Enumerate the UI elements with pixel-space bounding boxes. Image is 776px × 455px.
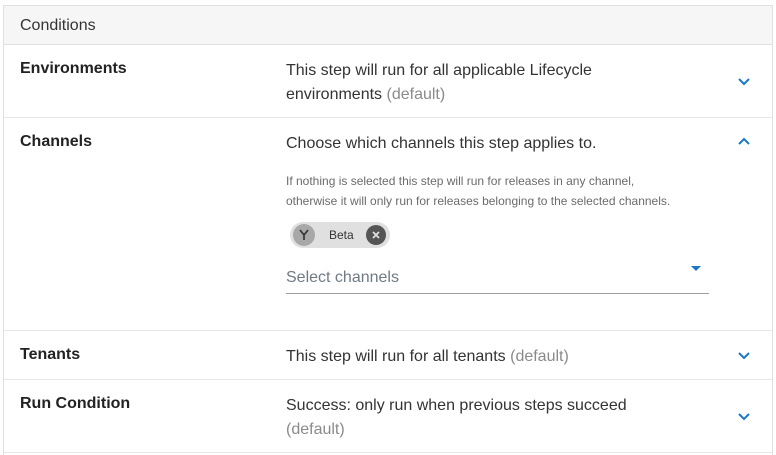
chevron-down-icon[interactable]: [736, 73, 752, 89]
run-condition-summary-text: Success: only run when previous steps su…: [286, 397, 627, 414]
channels-row: Channels Choose which channels this step…: [4, 118, 772, 331]
conditions-panel: Conditions Environments This step will r…: [3, 5, 773, 455]
tenants-summary: This step will run for all tenants (defa…: [286, 345, 686, 369]
channels-help-line: If nothing is selected this step will ru…: [286, 174, 635, 188]
select-channels-dropdown[interactable]: Select channels: [286, 261, 709, 294]
channels-help-text: If nothing is selected this step will ru…: [286, 171, 716, 211]
chevron-down-icon[interactable]: [736, 347, 752, 363]
tenants-default-note: (default): [510, 348, 569, 365]
dropdown-arrow-icon[interactable]: [691, 266, 701, 271]
chip-label: Beta: [329, 228, 354, 242]
channels-help-line: otherwise it will only run for releases …: [286, 194, 671, 208]
tenants-row[interactable]: Tenants This step will run for all tenan…: [4, 331, 772, 380]
environments-summary: This step will run for all applicable Li…: [286, 59, 686, 107]
remove-chip-icon[interactable]: [366, 225, 386, 245]
run-condition-title: Run Condition: [20, 395, 131, 412]
run-condition-default-note: (default): [286, 421, 345, 438]
tenants-summary-text: This step will run for all tenants: [286, 348, 506, 365]
panel-title: Conditions: [4, 6, 772, 45]
environments-default-note: (default): [386, 86, 446, 103]
channels-summary: Choose which channels this step applies …: [286, 135, 597, 152]
run-condition-summary: Success: only run when previous steps su…: [286, 394, 656, 442]
environments-row[interactable]: Environments This step will run for all …: [4, 45, 772, 118]
select-channels-placeholder: Select channels: [286, 269, 399, 286]
channel-fork-icon: [293, 224, 315, 246]
channel-chip-beta[interactable]: Beta: [290, 222, 390, 248]
environments-title: Environments: [20, 60, 127, 77]
chevron-down-icon[interactable]: [736, 408, 752, 424]
channels-title: Channels: [20, 133, 93, 150]
tenants-title: Tenants: [20, 346, 81, 363]
run-condition-row[interactable]: Run Condition Success: only run when pre…: [4, 380, 772, 453]
chevron-up-icon[interactable]: [736, 134, 752, 150]
